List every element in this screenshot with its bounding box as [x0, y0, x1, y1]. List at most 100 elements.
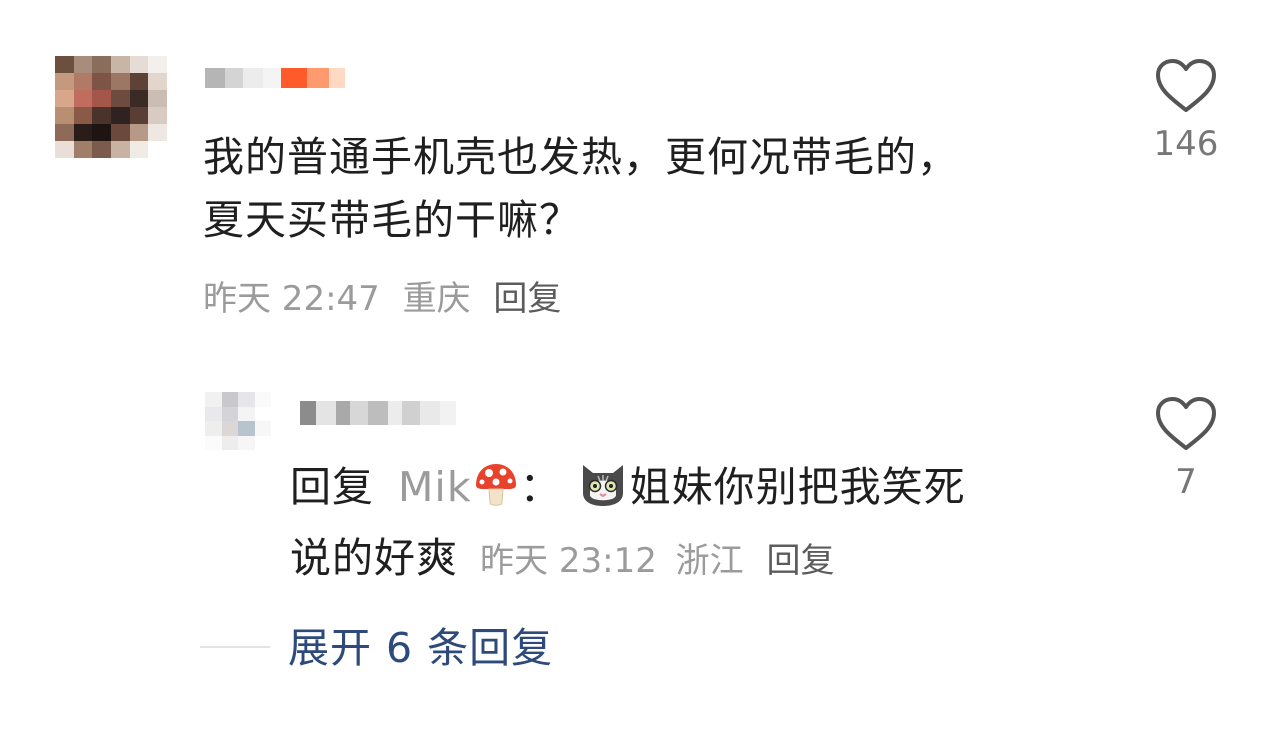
avatar-pixel: [254, 421, 271, 436]
avatar-pixel: [129, 124, 149, 141]
comment-text-line-1: 我的普通手机壳也发热，更何况带毛的，: [203, 133, 959, 181]
avatar-pixel: [221, 421, 238, 436]
replier-username-obscured[interactable]: [300, 393, 456, 433]
avatar-pixel: [110, 90, 130, 107]
avatar-pixel: [129, 90, 149, 107]
heart-outline-icon: [1156, 397, 1216, 450]
avatar-pixel: [221, 435, 238, 450]
avatar-pixel: [73, 56, 93, 73]
name-mosaic-block: [205, 68, 225, 88]
reply-prefix: 回复: [290, 463, 374, 511]
commenter-username-obscured[interactable]: [205, 56, 345, 100]
avatar-pixel: [254, 392, 271, 407]
comment-like-count: 146: [1153, 124, 1219, 164]
reply-text-line-1: 姐妹你别把我笑死: [629, 463, 966, 511]
avatar-pixel: [148, 90, 167, 107]
avatar-pixel: [254, 406, 271, 421]
avatar-pixel: [129, 141, 149, 158]
name-mosaic-block: [316, 401, 336, 425]
name-mosaic-block: [420, 401, 440, 425]
avatar-pixel: [238, 421, 255, 436]
reply-time: 昨天 23:12: [480, 541, 657, 581]
comment-body: 我的普通手机壳也发热，更何况带毛的， 夏天买带毛的干嘛？: [203, 126, 1103, 252]
comment-like-button[interactable]: 146: [1146, 58, 1226, 164]
avatar-pixel: [205, 435, 222, 450]
name-mosaic-block: [440, 401, 456, 425]
comment-location: 重庆: [402, 279, 471, 319]
name-mosaic-block: [388, 401, 402, 425]
avatar-pixel: [92, 56, 111, 73]
avatar-pixel: [205, 392, 222, 407]
avatar-pixel: [73, 107, 93, 124]
avatar-pixel: [254, 435, 271, 450]
avatar-pixel: [73, 90, 93, 107]
reply-line-1: 回复 Mik ： 姐妹你别把我笑死: [290, 455, 1070, 527]
avatar-pixel: [73, 73, 93, 90]
replier-avatar[interactable]: [205, 392, 271, 450]
avatar-pixel: [129, 56, 149, 73]
reply-text-line-2: 说的好爽: [290, 534, 458, 582]
avatar-pixel: [55, 90, 74, 107]
avatar-pixel: [55, 107, 74, 124]
avatar-pixel: [205, 406, 222, 421]
avatar-pixel: [55, 124, 74, 141]
avatar-pixel: [92, 124, 111, 141]
avatar-pixel: [221, 406, 238, 421]
name-mosaic-block: [281, 68, 307, 88]
avatar-pixel: [148, 141, 167, 158]
reply-reply-button[interactable]: 回复: [766, 541, 834, 581]
avatar-pixel: [238, 406, 255, 421]
avatar-pixel: [110, 107, 130, 124]
heart-outline-icon: [1156, 59, 1216, 112]
comment-meta: 昨天 22:47 重庆 回复: [203, 274, 561, 324]
avatar-pixel: [129, 73, 149, 90]
avatar-pixel: [73, 124, 93, 141]
avatar-pixel: [110, 141, 130, 158]
reply-like-button[interactable]: 7: [1146, 396, 1226, 502]
reply-line-2: 说的好爽 昨天 23:12 浙江 回复: [290, 527, 1070, 593]
reply-body: 回复 Mik ： 姐妹你别把我笑死 说的好爽 昨天 23:12 浙江 回复: [290, 455, 1070, 593]
avatar-pixel: [73, 141, 93, 158]
avatar-pixel: [129, 107, 149, 124]
avatar-pixel: [238, 435, 255, 450]
reply-separator: ：: [519, 463, 562, 511]
avatar-pixel: [92, 73, 111, 90]
name-mosaic-block: [368, 401, 388, 425]
avatar-pixel: [148, 73, 167, 90]
reply-like-count: 7: [1175, 462, 1197, 502]
name-mosaic-block: [263, 68, 281, 88]
name-mosaic-block: [307, 68, 329, 88]
name-mosaic-block: [402, 401, 420, 425]
avatar-pixel: [92, 107, 111, 124]
expand-replies-button[interactable]: 展开 6 条回复: [288, 620, 553, 676]
name-mosaic-block: [350, 401, 368, 425]
avatar-pixel: [55, 56, 74, 73]
name-mosaic-block: [336, 401, 350, 425]
avatar-pixel: [238, 392, 255, 407]
avatar-pixel: [55, 73, 74, 90]
name-mosaic-block: [225, 68, 243, 88]
name-mosaic-block: [243, 68, 263, 88]
commenter-avatar[interactable]: [55, 56, 167, 158]
avatar-pixel: [92, 141, 111, 158]
avatar-pixel: [92, 90, 111, 107]
avatar-pixel: [205, 421, 222, 436]
expand-divider: [200, 646, 270, 648]
avatar-pixel: [148, 124, 167, 141]
reply-location: 浙江: [675, 541, 744, 581]
reply-meta: 昨天 23:12 浙江 回复: [472, 541, 834, 581]
reply-mention[interactable]: Mik: [398, 463, 472, 511]
cat-face-emoji-icon: [576, 455, 630, 527]
name-mosaic-block: [300, 401, 316, 425]
avatar-pixel: [110, 73, 130, 90]
avatar-pixel: [110, 124, 130, 141]
comment-reply-button[interactable]: 回复: [493, 279, 561, 319]
name-mosaic-block: [329, 68, 345, 88]
avatar-pixel: [55, 141, 74, 158]
avatar-pixel: [110, 56, 130, 73]
mushroom-emoji-icon: [472, 461, 520, 527]
avatar-pixel: [221, 392, 238, 407]
comment-time: 昨天 22:47: [203, 279, 380, 319]
avatar-pixel: [148, 56, 167, 73]
avatar-pixel: [148, 107, 167, 124]
